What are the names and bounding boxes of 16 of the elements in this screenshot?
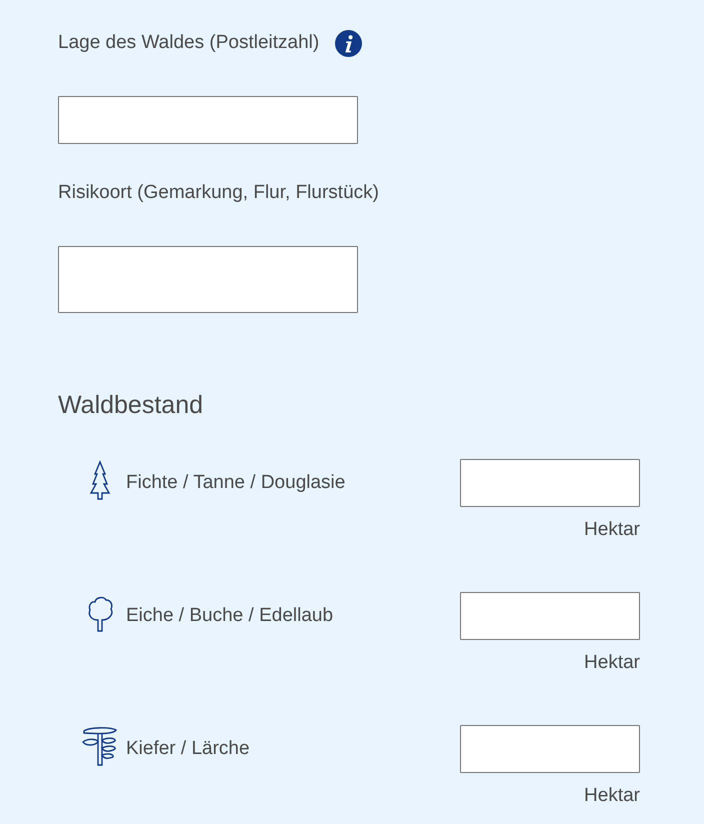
tree-type-label: Eiche / Buche / Edellaub [126, 605, 334, 627]
tree-type-label: Kiefer / Lärche [126, 738, 250, 760]
hectare-input[interactable] [460, 725, 640, 773]
hectare-input[interactable] [460, 592, 640, 640]
text-input[interactable] [58, 96, 358, 144]
pine-tree-icon [80, 726, 120, 766]
field-label: Risikoort (Gemarkung, Flur, Flurstück) [58, 182, 379, 204]
field-label: Lage des Waldes (Postleitzahl) [58, 32, 320, 54]
tree-type-label: Fichte / Tanne / Douglasie [126, 472, 346, 494]
info-icon[interactable] [335, 30, 362, 56]
unit-label: Hektar [584, 785, 640, 807]
hectare-input[interactable] [460, 459, 640, 507]
section-heading: Waldbestand [58, 390, 204, 420]
unit-label: Hektar [584, 652, 640, 674]
text-area[interactable] [58, 246, 358, 313]
unit-label: Hektar [584, 519, 640, 541]
